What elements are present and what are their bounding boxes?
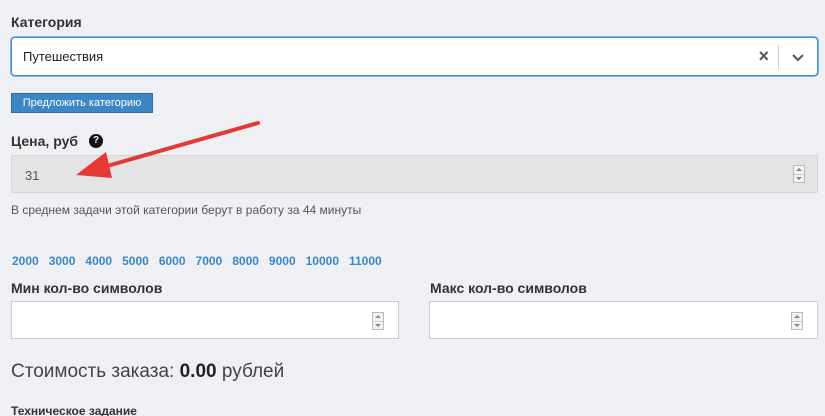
- spin-down-icon[interactable]: [794, 174, 804, 182]
- price-spinner[interactable]: [793, 165, 805, 183]
- quick-value-link[interactable]: 2000: [12, 254, 39, 268]
- order-cost-suffix: рублей: [221, 361, 285, 382]
- min-chars-label: Мин кол-во символов: [11, 280, 163, 296]
- quick-values-row: 2000 3000 4000 5000 6000 7000 8000 9000 …: [12, 254, 392, 268]
- category-select[interactable]: Путешествия ×: [11, 37, 818, 76]
- help-icon[interactable]: ?: [89, 134, 103, 148]
- min-chars-input[interactable]: [11, 301, 399, 339]
- tech-task-label: Техническое задание: [11, 404, 137, 416]
- quick-value-link[interactable]: 3000: [49, 254, 76, 268]
- order-cost: Стоимость заказа: 0.00 рублей: [11, 361, 284, 383]
- order-cost-amount: 0.00: [179, 361, 217, 382]
- quick-value-link[interactable]: 4000: [85, 254, 112, 268]
- quick-value-link[interactable]: 7000: [196, 254, 223, 268]
- quick-value-link[interactable]: 11000: [349, 254, 382, 268]
- max-chars-input[interactable]: [429, 301, 818, 339]
- quick-value-link[interactable]: 9000: [269, 254, 296, 268]
- chevron-down-icon[interactable]: [790, 49, 806, 65]
- spin-down-icon[interactable]: [792, 321, 802, 329]
- spin-down-icon[interactable]: [373, 321, 383, 329]
- category-selected-value: Путешествия: [23, 49, 104, 64]
- price-input[interactable]: 31: [11, 155, 818, 193]
- price-hint: В среднем задачи этой категории берут в …: [11, 203, 362, 217]
- category-label: Категория: [11, 14, 82, 30]
- spin-up-icon[interactable]: [794, 166, 804, 174]
- quick-value-link[interactable]: 10000: [306, 254, 339, 268]
- quick-value-link[interactable]: 6000: [159, 254, 186, 268]
- clear-selection-icon[interactable]: ×: [758, 46, 769, 66]
- spin-up-icon[interactable]: [792, 313, 802, 321]
- price-label: Цена, руб: [11, 133, 79, 149]
- quick-value-link[interactable]: 8000: [232, 254, 259, 268]
- max-chars-label: Макс кол-во символов: [430, 280, 587, 296]
- suggest-category-button[interactable]: Предложить категорию: [11, 93, 153, 113]
- order-cost-prefix: Стоимость заказа:: [11, 361, 175, 382]
- spin-up-icon[interactable]: [373, 313, 383, 321]
- max-chars-spinner[interactable]: [791, 312, 803, 330]
- min-chars-spinner[interactable]: [372, 312, 384, 330]
- price-value: 31: [25, 168, 40, 183]
- quick-value-link[interactable]: 5000: [122, 254, 149, 268]
- select-divider: [778, 45, 779, 69]
